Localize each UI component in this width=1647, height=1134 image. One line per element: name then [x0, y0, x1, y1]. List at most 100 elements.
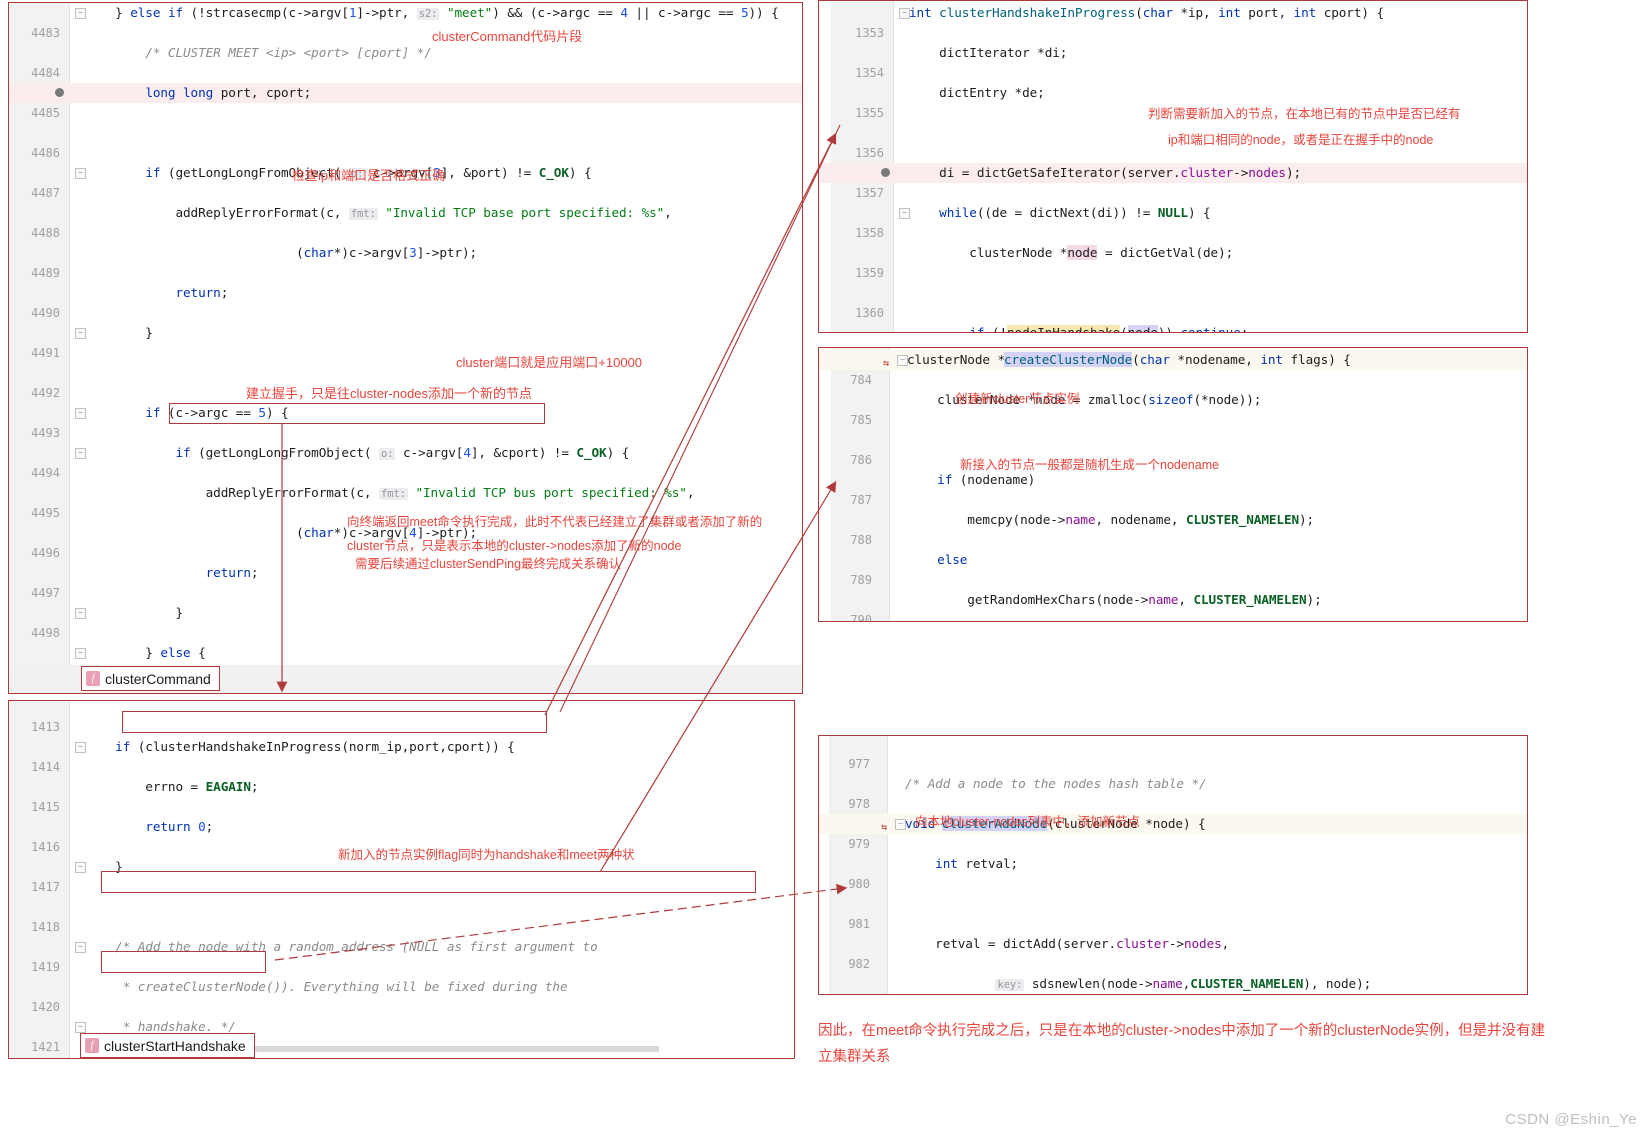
- code-line[interactable]: 4493 − if (c->argc == 5) {: [9, 403, 802, 440]
- code-line[interactable]: 784 ⇆ − clusterNode *createClusterNode(c…: [819, 350, 1527, 387]
- line-number: 1358: [855, 226, 884, 240]
- function-badge-icon: f: [85, 1038, 99, 1053]
- breakpoint-icon[interactable]: [55, 88, 64, 97]
- code-line[interactable]: 4491 − }: [9, 323, 802, 360]
- code-line[interactable]: 1357 di = dictGetSafeIterator(server.clu…: [819, 163, 1527, 200]
- line-number: 4488: [31, 226, 60, 240]
- line-number: 979: [848, 837, 870, 851]
- code-line[interactable]: 789 else: [819, 550, 1527, 587]
- code-text: else: [937, 552, 968, 567]
- annotation-add-node-to-list: 向本地cluster-nodes列表中，添加新节点: [915, 815, 1141, 829]
- code-line[interactable]: 1414 − if (clusterHandshakeInProgress(no…: [9, 737, 794, 774]
- line-number: 4486: [31, 146, 60, 160]
- code-line[interactable]: 4484 /* CLUSTER MEET <ip> <port> [cport]…: [9, 43, 802, 80]
- editor-cluster-command[interactable]: 4483 − } else if (!strcasecmp(c->argv[1]…: [9, 3, 802, 693]
- code-line[interactable]: 978 /* Add a node to the nodes hash tabl…: [819, 774, 1527, 811]
- watermark: CSDN @Eshin_Ye: [1505, 1111, 1637, 1128]
- code-line[interactable]: 1413: [9, 701, 794, 734]
- line-number: 1421: [31, 1040, 60, 1054]
- code-line[interactable]: 4489 (char*)c->argv[3]->ptr);: [9, 243, 802, 280]
- code-text: }: [85, 325, 153, 340]
- annotation-create-node-instance: 创建新cluster节点实例: [955, 392, 1080, 406]
- code-text: dictEntry *de;: [909, 85, 1045, 100]
- code-line[interactable]: 4490 return;: [9, 283, 802, 320]
- code-text: (char*)c->argv[3]->ptr);: [85, 245, 478, 260]
- bottom-note-line-1: 因此，在meet命令执行完成之后，只是在本地的cluster->nodes中添加…: [818, 1023, 1546, 1039]
- code-text: addReplyErrorFormat(c, fmt: "Invalid TCP…: [85, 205, 672, 220]
- code-line[interactable]: 1361 · if (!nodeInHandshake(node)) conti…: [819, 323, 1527, 332]
- editor-create-cluster-node[interactable]: 784 ⇆ − clusterNode *createClusterNode(c…: [819, 348, 1527, 621]
- code-text: if (!nodeInHandshake(node)) continue;: [909, 323, 1248, 332]
- line-number: 4483: [31, 26, 60, 40]
- editor-cluster-add-node[interactable]: 977 978 /* Add a node to the nodes hash …: [819, 736, 1527, 994]
- code-line[interactable]: 1416 return 0;: [9, 817, 794, 854]
- code-line[interactable]: 785 clusterNode *node = zmalloc(sizeof(*…: [819, 390, 1527, 427]
- implementation-marker-icon[interactable]: ⇆: [883, 354, 889, 374]
- breadcrumb-label: clusterCommand: [105, 670, 211, 687]
- code-rows-cluster-add-node: 977 978 /* Add a node to the nodes hash …: [819, 736, 1527, 991]
- code-line[interactable]: 1358 − while((de = dictNext(di)) != NULL…: [819, 203, 1527, 240]
- modified-marker-icon: ·: [899, 327, 905, 332]
- code-line[interactable]: 983 key: sdsnewlen(node->name,CLUSTER_NA…: [819, 974, 1527, 994]
- code-line[interactable]: 1420 * createClusterNode()). Everything …: [9, 977, 794, 1014]
- line-number: 1355: [855, 106, 884, 120]
- annotation-handshake-check-1: 判断需要新加入的节点，在本地已有的节点中是否已经有: [1148, 107, 1461, 121]
- editor-cluster-start-handshake[interactable]: 1413 1414 − if (clusterHandshakeInProgre…: [9, 701, 794, 1058]
- annotation-handshake-add-node: 建立握手，只是往cluster-nodes添加一个新的节点: [246, 386, 533, 401]
- code-line[interactable]: 4492: [9, 363, 802, 400]
- code-line[interactable]: 4485 long long port, cport;: [9, 83, 802, 120]
- breadcrumb-cluster-command[interactable]: f clusterCommand: [81, 666, 220, 691]
- code-line[interactable]: 4494 − if (getLongLongFromObject( o: c->…: [9, 443, 802, 480]
- code-line[interactable]: 4499 − } else {: [9, 643, 802, 680]
- code-line[interactable]: 788 memcpy(node->name, nodename, CLUSTER…: [819, 510, 1527, 547]
- line-number: 1357: [855, 186, 884, 200]
- code-line[interactable]: 4486: [9, 123, 802, 160]
- code-text: memcpy(node->name, nodename, CLUSTER_NAM…: [907, 512, 1315, 527]
- code-line[interactable]: 790 getRandomHexChars(node->name, CLUSTE…: [819, 590, 1527, 621]
- code-line[interactable]: 1353 − int clusterHandshakeInProgress(ch…: [819, 3, 1527, 40]
- code-line[interactable]: 977: [819, 736, 1527, 771]
- editor-cluster-handshake-in-progress[interactable]: 1353 − int clusterHandshakeInProgress(ch…: [819, 1, 1527, 332]
- panel-cluster-add-node[interactable]: 977 978 /* Add a node to the nodes hash …: [818, 735, 1528, 995]
- code-text: }: [85, 859, 123, 874]
- panel-cluster-start-handshake[interactable]: 1413 1414 − if (clusterHandshakeInProgre…: [8, 700, 795, 1059]
- code-text: /* CLUSTER MEET <ip> <port> [cport] */: [145, 45, 432, 60]
- implementation-marker-icon[interactable]: ⇆: [881, 818, 887, 838]
- code-line[interactable]: 1419 − /* Add the node with a random add…: [9, 937, 794, 974]
- code-line[interactable]: 982 retval = dictAdd(server.cluster->nod…: [819, 934, 1527, 971]
- code-line[interactable]: 1360: [819, 283, 1527, 320]
- code-line[interactable]: 980 int retval;: [819, 854, 1527, 891]
- panel-create-cluster-node[interactable]: 784 ⇆ − clusterNode *createClusterNode(c…: [818, 347, 1528, 622]
- breakpoint-icon[interactable]: [881, 168, 890, 177]
- line-number: 1416: [31, 840, 60, 854]
- code-line[interactable]: 1354 dictIterator *di;: [819, 43, 1527, 80]
- code-line[interactable]: 4495 addReplyErrorFormat(c, fmt: "Invali…: [9, 483, 802, 520]
- line-number: 4492: [31, 386, 60, 400]
- line-number: 785: [850, 413, 872, 427]
- line-number: 4493: [31, 426, 60, 440]
- line-number: 977: [848, 757, 870, 771]
- code-line[interactable]: 1418: [9, 897, 794, 934]
- line-number: 4490: [31, 306, 60, 320]
- code-line[interactable]: 786: [819, 430, 1527, 467]
- line-number: 1414: [31, 760, 60, 774]
- code-line[interactable]: 1359 clusterNode *node = dictGetVal(de);: [819, 243, 1527, 280]
- breadcrumb-cluster-start-handshake[interactable]: f clusterStartHandshake: [80, 1033, 255, 1058]
- line-number: 980: [848, 877, 870, 891]
- code-line[interactable]: 4488 addReplyErrorFormat(c, fmt: "Invali…: [9, 203, 802, 240]
- panel-cluster-command[interactable]: 4483 − } else if (!strcasecmp(c->argv[1]…: [8, 2, 803, 694]
- line-number: 1415: [31, 800, 60, 814]
- annotation-cluster-command-snippet: clusterCommand代码片段: [432, 29, 583, 44]
- breadcrumb-label: clusterStartHandshake: [104, 1037, 246, 1054]
- line-number: 4489: [31, 266, 60, 280]
- line-number: 787: [850, 493, 872, 507]
- code-line[interactable]: 1355 dictEntry *de;: [819, 83, 1527, 120]
- code-line[interactable]: 4483 − } else if (!strcasecmp(c->argv[1]…: [9, 3, 802, 40]
- annotation-meet-reply-2: cluster节点，只是表示本地的cluster->nodes添加了新的node: [347, 539, 682, 553]
- code-line[interactable]: 981: [819, 894, 1527, 931]
- code-text: }: [85, 605, 184, 620]
- code-line[interactable]: 4498 − }: [9, 603, 802, 640]
- panel-cluster-handshake-in-progress[interactable]: 1353 − int clusterHandshakeInProgress(ch…: [818, 0, 1528, 333]
- code-line[interactable]: 1415 errno = EAGAIN;: [9, 777, 794, 814]
- line-number: 789: [850, 573, 872, 587]
